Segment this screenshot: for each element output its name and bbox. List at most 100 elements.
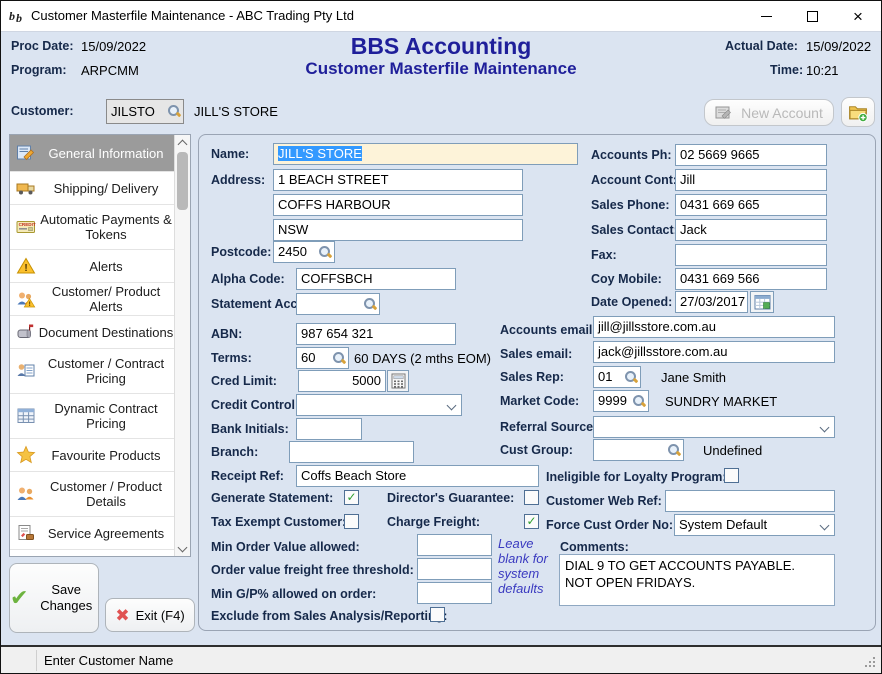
scrollbar-thumb[interactable] bbox=[177, 152, 188, 210]
cred-limit-calculator-button[interactable] bbox=[387, 370, 409, 392]
name-field[interactable]: JILL'S STORE bbox=[273, 143, 578, 165]
sales-phone-field[interactable]: 0431 669 665 bbox=[675, 194, 827, 216]
terms-label: Terms: bbox=[211, 351, 252, 366]
scroll-down-button[interactable] bbox=[175, 541, 190, 556]
resize-grip[interactable] bbox=[865, 657, 878, 670]
close-button[interactable]: × bbox=[835, 1, 881, 31]
force-cust-order-label: Force Cust Order No: bbox=[546, 518, 673, 533]
sales-rep-search-icon[interactable] bbox=[624, 370, 638, 384]
customer-code-field[interactable]: JILSTO bbox=[106, 99, 184, 124]
cust-group-description: Undefined bbox=[703, 443, 762, 458]
charge-freight-label: Charge Freight: bbox=[387, 515, 480, 530]
cred-limit-field[interactable]: 5000 bbox=[298, 370, 386, 392]
bank-initials-field[interactable] bbox=[296, 418, 362, 440]
alpha-code-label: Alpha Code: bbox=[211, 272, 285, 287]
scroll-up-button[interactable] bbox=[175, 135, 190, 150]
directors-guarantee-checkbox[interactable] bbox=[524, 490, 539, 505]
postcode-field[interactable]: 2450 bbox=[273, 241, 335, 263]
exclude-sales-analysis-label: Exclude from Sales Analysis/Reporting: bbox=[211, 609, 447, 624]
cust-group-field[interactable] bbox=[593, 439, 684, 461]
sidebar-item-label: Custom Fields / Attributes bbox=[38, 555, 176, 557]
sales-rep-label: Sales Rep: bbox=[500, 370, 564, 385]
receipt-ref-field[interactable]: Coffs Beach Store bbox=[296, 465, 539, 487]
svg-text:CREDIT: CREDIT bbox=[19, 222, 36, 227]
terms-field[interactable]: 60 bbox=[296, 347, 349, 369]
exit-button[interactable]: ✖ Exit (F4) bbox=[105, 598, 195, 632]
cust-group-search-icon[interactable] bbox=[667, 443, 681, 457]
new-account-button[interactable]: New Account bbox=[704, 99, 834, 126]
sidebar-item-dynamic-contract-pricing[interactable]: Dynamic Contract Pricing bbox=[10, 394, 176, 439]
fax-field[interactable] bbox=[675, 244, 827, 266]
sales-contact-field[interactable]: Jack bbox=[675, 219, 827, 241]
min-gp-field[interactable] bbox=[417, 582, 492, 604]
sidebar-item-document-destinations[interactable]: Document Destinations bbox=[10, 316, 176, 349]
sidebar-item-automatic-payments[interactable]: CREDIT Automatic Payments & Tokens bbox=[10, 205, 176, 250]
statement-acc-search-icon[interactable] bbox=[363, 297, 377, 311]
screen-heading: Customer Masterfile Maintenance bbox=[1, 59, 881, 79]
address-line3-field[interactable]: NSW bbox=[273, 219, 523, 241]
sidebar-item-customer-contract-pricing[interactable]: Customer / Contract Pricing bbox=[10, 349, 176, 394]
cust-group-label: Cust Group: bbox=[500, 443, 573, 458]
generate-statement-checkbox[interactable] bbox=[344, 490, 359, 505]
force-cust-order-select[interactable]: System Default bbox=[674, 514, 835, 536]
sidebar-item-favourite-products[interactable]: Favourite Products bbox=[10, 439, 176, 472]
abn-field[interactable]: 987 654 321 bbox=[296, 323, 456, 345]
customer-code-value: JILSTO bbox=[111, 104, 155, 119]
address-line2-field[interactable]: COFFS HARBOUR bbox=[273, 194, 523, 216]
accounts-email-field[interactable]: jill@jillsstore.com.au bbox=[593, 316, 835, 338]
terms-value: 60 bbox=[301, 350, 315, 365]
postcode-search-icon[interactable] bbox=[318, 245, 332, 259]
sidebar-item-label: Customer/ Product Alerts bbox=[38, 282, 176, 316]
maximize-button[interactable] bbox=[789, 1, 835, 31]
sidebar-item-customer-product-alerts[interactable]: ! Customer/ Product Alerts bbox=[10, 283, 176, 316]
status-divider bbox=[36, 650, 37, 671]
time-label: Time: bbox=[770, 63, 803, 78]
customer-search-icon[interactable] bbox=[167, 104, 181, 118]
accounts-email-label: Accounts email: bbox=[500, 323, 597, 338]
branch-field[interactable] bbox=[289, 441, 414, 463]
credit-control-select[interactable] bbox=[296, 394, 462, 416]
table-icon bbox=[14, 406, 38, 426]
min-order-value-field[interactable] bbox=[417, 534, 492, 556]
sales-email-field[interactable]: jack@jillsstore.com.au bbox=[593, 341, 835, 363]
exclude-sales-analysis-checkbox[interactable] bbox=[430, 607, 445, 622]
close-icon: × bbox=[853, 8, 863, 25]
customer-web-ref-label: Customer Web Ref: bbox=[546, 494, 662, 509]
tax-exempt-checkbox[interactable] bbox=[344, 514, 359, 529]
sidebar-item-alerts[interactable]: ! Alerts bbox=[10, 250, 176, 283]
referral-source-select[interactable] bbox=[593, 416, 835, 438]
statement-acc-field[interactable] bbox=[296, 293, 380, 315]
coy-mobile-field[interactable]: 0431 669 566 bbox=[675, 268, 827, 290]
minimize-button[interactable] bbox=[743, 1, 789, 31]
people-warning-icon: ! bbox=[14, 289, 38, 309]
account-cont-field[interactable]: Jill bbox=[675, 169, 827, 191]
loyalty-ineligible-checkbox[interactable] bbox=[724, 468, 739, 483]
sidebar-scrollbar[interactable] bbox=[174, 135, 190, 556]
date-opened-field[interactable]: 27/03/2017 bbox=[675, 291, 748, 313]
sidebar-item-service-agreements[interactable]: Service Agreements bbox=[10, 517, 176, 550]
market-code-field[interactable]: 9999 bbox=[593, 390, 649, 412]
accounts-ph-field[interactable]: 02 5669 9665 bbox=[675, 144, 827, 166]
address-line1-field[interactable]: 1 BEACH STREET bbox=[273, 169, 523, 191]
sidebar-item-custom-fields[interactable]: Custom Fields / Attributes bbox=[10, 550, 176, 557]
customer-web-ref-field[interactable] bbox=[665, 490, 835, 512]
sidebar-item-shipping-delivery[interactable]: Shipping/ Delivery bbox=[10, 172, 176, 205]
charge-freight-checkbox[interactable] bbox=[524, 514, 539, 529]
new-account-icon bbox=[715, 104, 733, 122]
calendar-icon bbox=[754, 294, 771, 310]
comments-textarea[interactable]: DIAL 9 TO GET ACCOUNTS PAYABLE. NOT OPEN… bbox=[559, 554, 835, 606]
folder-add-icon bbox=[847, 102, 869, 123]
save-changes-button[interactable]: ✔ Save Changes bbox=[9, 563, 99, 633]
market-code-search-icon[interactable] bbox=[632, 394, 646, 408]
terms-search-icon[interactable] bbox=[332, 351, 346, 365]
date-opened-label: Date Opened: bbox=[591, 295, 672, 310]
date-opened-calendar-button[interactable] bbox=[750, 291, 774, 313]
sidebar-item-label: Automatic Payments & Tokens bbox=[38, 210, 176, 244]
actual-date-label: Actual Date: bbox=[725, 39, 798, 54]
open-account-folder-button[interactable] bbox=[841, 97, 875, 127]
sales-rep-field[interactable]: 01 bbox=[593, 366, 641, 388]
sidebar-item-general-information[interactable]: General Information bbox=[10, 135, 176, 172]
sidebar-item-customer-product-details[interactable]: Customer / Product Details bbox=[10, 472, 176, 517]
freight-free-threshold-field[interactable] bbox=[417, 558, 492, 580]
alpha-code-field[interactable]: COFFSBCH bbox=[296, 268, 456, 290]
